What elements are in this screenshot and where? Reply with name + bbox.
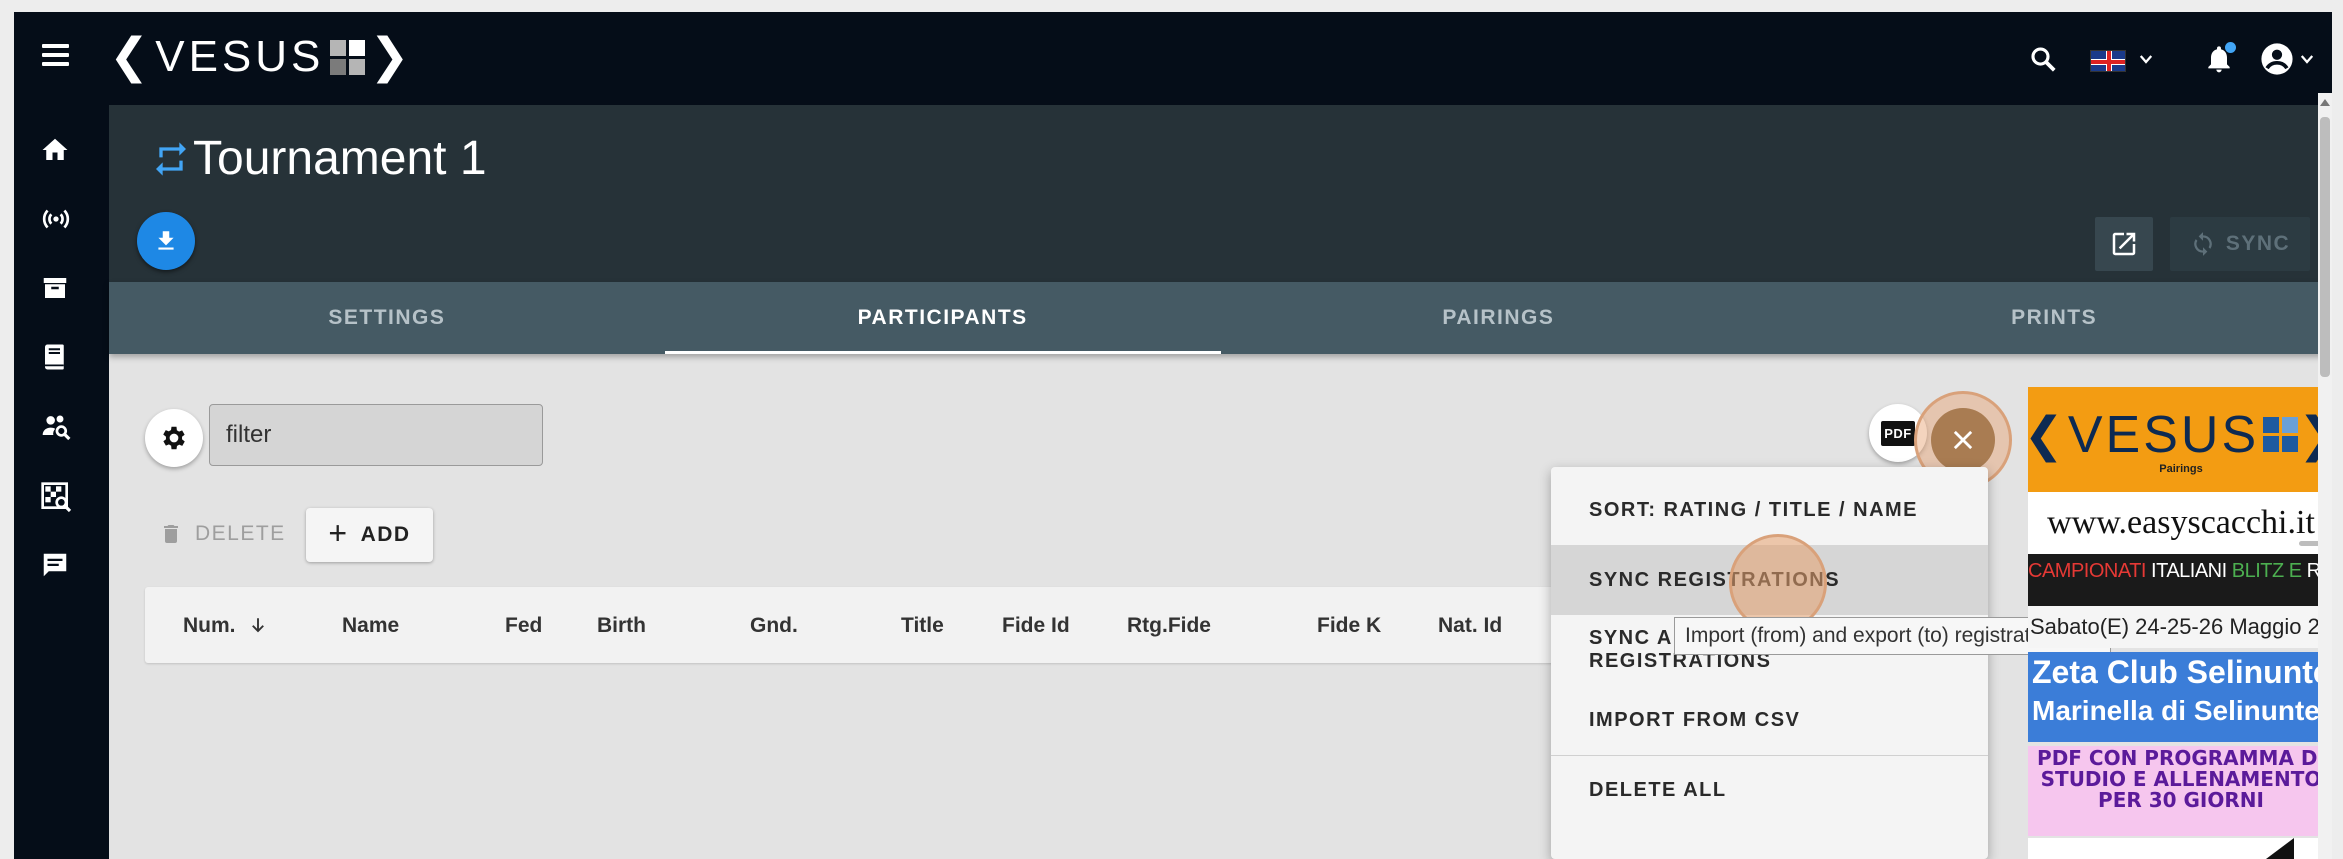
pdf-icon: PDF bbox=[1881, 420, 1915, 446]
column-header-rtg-fide[interactable]: Rtg.Fide bbox=[1127, 614, 1211, 638]
gear-icon bbox=[163, 426, 185, 450]
top-app-bar: ❮ VESUS ❯ bbox=[14, 12, 2332, 105]
archive-icon[interactable] bbox=[40, 273, 74, 307]
arrow-down-icon bbox=[252, 618, 265, 633]
campionati-headline: CAMPIONATI ITALIANI BLITZ E RAPID bbox=[2028, 560, 2332, 582]
sync-label: SYNC bbox=[2225, 232, 2291, 255]
column-header-fed[interactable]: Fed bbox=[505, 614, 542, 638]
ad-tiles-icon bbox=[2263, 417, 2299, 452]
chessboard-search-icon[interactable] bbox=[40, 481, 74, 515]
open-in-new-icon bbox=[2112, 232, 2136, 256]
scrollbar-thumb[interactable] bbox=[2320, 117, 2330, 377]
ad-bottom-partial bbox=[2028, 838, 2332, 859]
column-header-title[interactable]: Title bbox=[901, 614, 944, 638]
actions-menu: SORT: RATING / TITLE / NAME SYNC REGISTR… bbox=[1551, 467, 1988, 859]
page-scrollbar[interactable] bbox=[2318, 93, 2332, 859]
search-icon[interactable] bbox=[2028, 44, 2058, 79]
logo-tiles-icon bbox=[330, 39, 366, 75]
open-external-button[interactable] bbox=[2095, 217, 2153, 271]
easyscacchi-ad[interactable]: www.easyscacchi.it bbox=[2028, 492, 2332, 554]
account-circle-icon[interactable] bbox=[2260, 42, 2294, 81]
zeta-club-ad[interactable]: Zeta Club Selinunte**** Marinella di Sel… bbox=[2028, 652, 2332, 742]
column-header-nat-id[interactable]: Nat. Id bbox=[1438, 614, 1502, 638]
vesus-pairings-ad[interactable]: ❮ VESUS ❯ Pairings bbox=[2028, 387, 2332, 492]
tab-participants[interactable]: PARTICIPANTS bbox=[664, 282, 1221, 354]
uk-flag-icon[interactable] bbox=[2090, 50, 2126, 72]
add-label: ADD bbox=[360, 523, 411, 546]
nav-rail bbox=[14, 105, 109, 859]
app-frame: ❮ VESUS ❯ Tournament 1 SYNC SETTINGS PAR… bbox=[14, 12, 2332, 859]
download-icon bbox=[158, 231, 174, 250]
menu-icon[interactable] bbox=[42, 44, 72, 74]
vesus-logo[interactable]: ❮ VESUS ❯ bbox=[109, 32, 410, 82]
menu-item-delete-all[interactable]: DELETE ALL bbox=[1551, 755, 1988, 825]
notification-dot bbox=[2225, 42, 2236, 53]
club-location: Marinella di Selinunte (TP) bbox=[2032, 695, 2332, 726]
logo-chevron-right-icon: ❯ bbox=[369, 30, 410, 83]
filter-input[interactable] bbox=[209, 404, 543, 466]
menu-item-import-csv[interactable]: IMPORT FROM CSV bbox=[1551, 685, 1988, 755]
delete-label: DELETE bbox=[195, 522, 286, 545]
close-icon bbox=[1953, 430, 1973, 450]
ad-chevron-left-icon: ❮ bbox=[2028, 407, 2064, 463]
tab-settings[interactable]: SETTINGS bbox=[109, 282, 665, 354]
column-header-name[interactable]: Name bbox=[342, 614, 399, 638]
close-menu-button[interactable] bbox=[1931, 408, 1995, 472]
column-header-num[interactable]: Num. bbox=[183, 614, 267, 638]
player-search-icon[interactable] bbox=[40, 411, 74, 445]
settings-button[interactable] bbox=[145, 409, 203, 467]
tab-prints[interactable]: PRINTS bbox=[1776, 282, 2332, 354]
book-icon[interactable] bbox=[40, 342, 74, 376]
download-button[interactable] bbox=[137, 212, 195, 270]
column-header-gender[interactable]: Gnd. bbox=[750, 614, 798, 638]
add-button[interactable]: + ADD bbox=[306, 508, 433, 562]
live-broadcast-icon[interactable] bbox=[40, 203, 74, 237]
club-name: Zeta Club Selinunte bbox=[2032, 654, 2331, 690]
delete-button[interactable]: DELETE bbox=[159, 509, 286, 559]
column-header-birth[interactable]: Birth bbox=[597, 614, 646, 638]
ad-vesus-sub: Pairings bbox=[2159, 462, 2203, 475]
account-chevron-down-icon[interactable] bbox=[2298, 50, 2316, 72]
column-header-fide-id[interactable]: Fide Id bbox=[1002, 614, 1070, 638]
study-program-ad[interactable]: PDF CON PROGRAMMA DI STUDIO E ALLENAMENT… bbox=[2028, 746, 2332, 836]
plus-icon: + bbox=[328, 515, 349, 551]
sync-icon bbox=[2194, 232, 2212, 256]
logo-text: VESUS bbox=[155, 32, 325, 81]
column-header-fide-k[interactable]: Fide K bbox=[1317, 614, 1381, 638]
chat-message-icon[interactable] bbox=[40, 550, 74, 584]
ad-vesus-word: VESUS bbox=[2067, 405, 2260, 464]
sync-button[interactable]: SYNC bbox=[2170, 217, 2310, 271]
chevron-down-icon[interactable] bbox=[2137, 50, 2155, 72]
trash-icon bbox=[164, 525, 178, 543]
tab-bar: SETTINGS PARTICIPANTS PAIRINGS PRINTS bbox=[109, 282, 2332, 354]
campionati-ad[interactable]: CAMPIONATI ITALIANI BLITZ E RAPID Sabato… bbox=[2028, 554, 2332, 648]
tab-pairings[interactable]: PAIRINGS bbox=[1221, 282, 1777, 354]
logo-chevron-left-icon: ❮ bbox=[109, 30, 150, 83]
notifications-bell-icon[interactable] bbox=[2203, 42, 2236, 81]
home-icon[interactable] bbox=[40, 135, 74, 169]
campionati-dates: Sabato(E) 24-25-26 Maggio 2024 bbox=[2028, 606, 2332, 648]
scroll-up-arrow-icon[interactable] bbox=[2320, 99, 2330, 106]
page-title: Tournament 1 bbox=[193, 132, 487, 185]
repeat-icon bbox=[151, 139, 191, 184]
participants-table-header: Num. Name Fed Birth Gnd. Title Fide Id R… bbox=[145, 587, 1585, 663]
tournament-header: Tournament 1 SYNC bbox=[109, 105, 2332, 295]
